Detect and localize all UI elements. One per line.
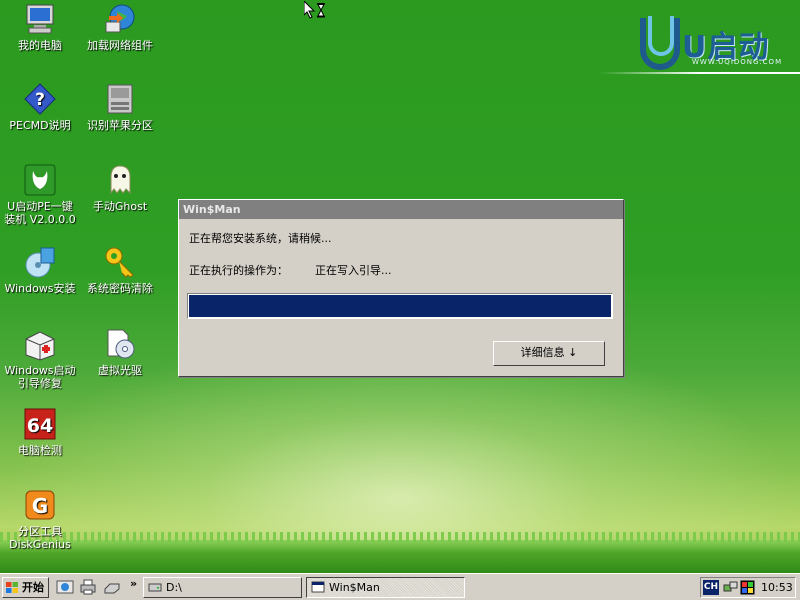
task-label: D:\ xyxy=(166,581,182,594)
desktop-icon-network[interactable]: 加载网络组件 xyxy=(82,2,158,52)
clock: 10:53 xyxy=(761,581,793,594)
logo-u-mark-inner xyxy=(648,16,674,56)
install-progress-bar xyxy=(187,293,613,319)
desktop-icon-my-computer[interactable]: 我的电脑 xyxy=(2,2,78,52)
64-test-icon: 64 xyxy=(23,407,57,441)
drive-icon xyxy=(148,583,162,592)
brand-logo: U启动 WWW.UQIDONG.COM xyxy=(600,12,800,82)
my-computer-icon xyxy=(23,2,57,36)
svg-text:G: G xyxy=(32,494,48,518)
desktop-icon-label: 分区工具DiskGenius xyxy=(9,525,71,551)
start-label: 开始 xyxy=(22,581,44,594)
svg-text:64: 64 xyxy=(27,415,53,437)
operation-row: 正在执行的操作为： 正在写入引导... xyxy=(189,262,392,278)
ghost-icon xyxy=(103,163,137,197)
ime-indicator[interactable]: CH xyxy=(703,580,719,595)
desktop-icon-installer[interactable]: U启动PE一键装机 V2.0.0.0 xyxy=(2,163,78,226)
system-tray: CH 10:53 xyxy=(700,577,796,598)
desktop-icon-label: PECMD说明 xyxy=(9,119,71,132)
svg-text:?: ? xyxy=(35,90,45,110)
window-app-icon xyxy=(311,581,325,593)
mouse-cursor-busy-icon xyxy=(304,1,325,19)
taskbar: 开始 » D:\ Win$Man CH 10:53 xyxy=(0,573,800,600)
task-button-winsman[interactable]: Win$Man xyxy=(306,577,465,598)
task-label: Win$Man xyxy=(329,581,380,594)
operation-value: 正在写入引导... xyxy=(315,264,392,277)
quicklaunch-overflow-chevron[interactable]: » xyxy=(130,577,137,590)
background-grass xyxy=(0,532,800,573)
desktop-icon-label: 我的电脑 xyxy=(18,39,62,52)
windows-flag-icon xyxy=(6,582,18,593)
start-button[interactable]: 开始 xyxy=(2,577,49,598)
logo-underline xyxy=(600,72,800,74)
desktop-icon-label: Windows安装 xyxy=(4,282,76,295)
desktop-icon-ghost[interactable]: 手动Ghost xyxy=(82,163,158,213)
operation-label: 正在执行的操作为： xyxy=(189,264,288,277)
desktop-icon-label: 识别苹果分区 xyxy=(87,119,153,132)
desktop-icon-label: 虚拟光驱 xyxy=(98,364,142,377)
desktop-icon-label: Windows启动引导修复 xyxy=(4,364,76,390)
desktop-icon-boot-repair[interactable]: Windows启动引导修复 xyxy=(2,327,78,390)
details-button[interactable]: 详细信息 ↓ xyxy=(493,341,605,366)
quicklaunch-desktop-icon[interactable] xyxy=(56,578,74,596)
logo-url-text: WWW.UQIDONG.COM xyxy=(692,58,783,66)
diskgenius-icon: G xyxy=(23,488,57,522)
progress-fill xyxy=(189,295,611,317)
install-status-message: 正在帮您安装系统，请稍候... xyxy=(189,232,332,245)
desktop-icon-apple-partition[interactable]: 识别苹果分区 xyxy=(82,82,158,132)
help-icon: ? xyxy=(23,82,57,116)
virtual-cd-icon xyxy=(103,327,137,361)
desktop-icon-windows-setup[interactable]: Windows安装 xyxy=(2,245,78,295)
desktop-icon-diskgenius[interactable]: G 分区工具DiskGenius xyxy=(2,488,78,551)
desktop-icon-virtual-cd[interactable]: 虚拟光驱 xyxy=(82,327,158,377)
display-tray-icon[interactable] xyxy=(740,580,755,595)
boot-repair-icon xyxy=(23,327,57,361)
network-tray-icon[interactable] xyxy=(723,580,738,595)
desktop-icon-label: 系统密码清除 xyxy=(87,282,153,295)
desktop-icon-password-clear[interactable]: 系统密码清除 xyxy=(82,245,158,295)
desktop-icon-label: 手动Ghost xyxy=(92,200,148,213)
quicklaunch-drive-icon[interactable] xyxy=(103,578,121,596)
key-icon xyxy=(103,245,137,279)
windows-setup-icon xyxy=(23,245,57,279)
disk-drive-icon xyxy=(103,82,137,116)
desktop-icon-label: U启动PE一键装机 V2.0.0.0 xyxy=(4,200,76,226)
desktop-icon-label: 电脑检测 xyxy=(18,444,62,457)
dialog-title[interactable]: Win$Man xyxy=(179,200,623,219)
desktop-icon-label: 加载网络组件 xyxy=(87,39,153,52)
installer-icon xyxy=(23,163,57,197)
network-globe-icon xyxy=(103,2,137,36)
winsman-dialog[interactable]: Win$Man 正在帮您安装系统，请稍候... 正在执行的操作为： 正在写入引导… xyxy=(178,199,624,377)
task-button-drive-d[interactable]: D:\ xyxy=(143,577,302,598)
desktop-icon-pc-test[interactable]: 64 电脑检测 xyxy=(2,407,78,457)
desktop-icon-pecmd-help[interactable]: ? PECMD说明 xyxy=(2,82,78,132)
quicklaunch-printer-icon[interactable] xyxy=(79,578,97,596)
